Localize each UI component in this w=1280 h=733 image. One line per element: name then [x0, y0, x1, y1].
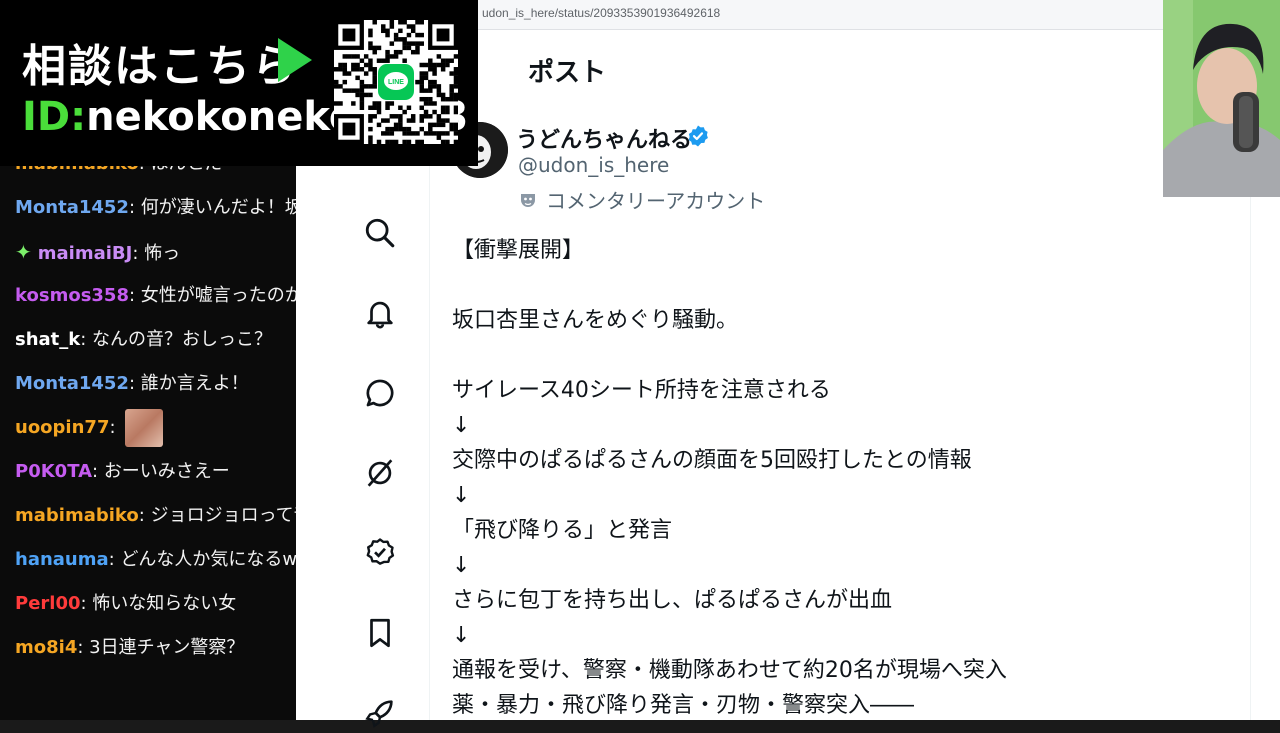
bookmark-icon[interactable]: [360, 613, 400, 653]
chat-message: Monta1452: 誰か言えよ！: [0, 362, 296, 406]
address-bar[interactable]: udon_is_here/status/2093353901936492618: [478, 0, 1164, 30]
chat-separator: :: [128, 285, 141, 306]
chat-username[interactable]: mo8i4: [15, 637, 77, 658]
qr-code: LINE: [334, 20, 458, 144]
tweet-line: 【衝撃展開】: [452, 238, 585, 263]
tweet-line: 薬・暴力・飛び降り発言・刃物・警察突入――: [452, 693, 915, 718]
line-app-icon: LINE: [334, 20, 458, 144]
chat-separator: :: [138, 505, 151, 526]
chat-username[interactable]: maimaiBJ: [38, 243, 133, 264]
verified-badge-icon: [686, 124, 710, 152]
chat-text: 3日連チャン警察？: [89, 637, 245, 658]
tweet-line: [452, 268, 1232, 303]
author-name[interactable]: うどんちゃんねる: [516, 122, 692, 154]
chat-text: 怖いな知らない女: [92, 593, 237, 614]
chat-username[interactable]: P0K0TA: [15, 461, 92, 482]
chat-text: 女性が嘘言ったのか: [140, 285, 296, 306]
chat-separator: :: [80, 329, 93, 350]
chat-separator: :: [92, 461, 104, 482]
column-divider-right: [1250, 108, 1251, 720]
banner-title: 相談はこちら: [22, 41, 298, 92]
tweet-line: さらに包丁を持ち出し、ぱるぱるさんが出血: [452, 588, 893, 613]
play-arrow-icon: [278, 38, 312, 82]
chat-text: なんの音？おしっこ？: [92, 329, 273, 350]
bell-icon[interactable]: [360, 293, 400, 333]
chat-username[interactable]: Monta1452: [15, 197, 129, 218]
mask-icon: [518, 191, 538, 216]
affiliation-label: コメンタリーアカウント: [518, 185, 765, 216]
chat-message: shat_k: なんの音？おしっこ？: [0, 318, 296, 362]
chat-separator: :: [108, 549, 121, 570]
author-handle[interactable]: @udon_is_here: [518, 153, 669, 177]
chat-username[interactable]: hanauma: [15, 549, 109, 570]
message-icon[interactable]: [360, 373, 400, 413]
chat-username[interactable]: kosmos358: [15, 285, 129, 306]
banner-id-label: ID:: [22, 94, 87, 140]
chat-message: kosmos358: 女性が嘘言ったのか: [0, 274, 296, 318]
chat-message: mo8i4: 3日連チャン警察？: [0, 626, 296, 670]
affiliation-text: コメンタリーアカウント: [546, 189, 766, 213]
tweet-line: 交際中のぱるぱるさんの顔面を5回殴打したとの情報: [452, 448, 972, 473]
chat-username[interactable]: mabimabiko: [15, 505, 139, 526]
verified-icon[interactable]: [360, 533, 400, 573]
tweet-line: 「飛び降りる」と発言: [452, 518, 673, 543]
tweet-line: ↓: [452, 623, 471, 648]
chat-text: 何が凄いんだよ！坂: [140, 197, 296, 218]
tweet-line: 通報を受け、警察・機動隊あわせて約20名が現場へ突入: [452, 658, 1007, 683]
tweet-line: ↓: [452, 413, 471, 438]
chat-text: どんな人か気になるw: [120, 549, 296, 570]
chat-text: 怖っ: [144, 243, 181, 264]
chat-text: ジョロジョロって音: [150, 505, 296, 526]
chat-username[interactable]: Monta1452: [15, 373, 129, 394]
chat-separator: :: [132, 243, 145, 264]
chat-separator: :: [128, 373, 141, 394]
tweet-text: 【衝撃展開】坂口杏里さんをめぐり騒動。サイレース40シート所持を注意される ↓ 交際…: [452, 233, 1232, 723]
svg-text:LINE: LINE: [388, 79, 404, 86]
page-title: ポスト: [528, 58, 607, 88]
chat-username[interactable]: Perl00: [15, 593, 81, 614]
tweet-line: ↓: [452, 483, 471, 508]
grok-icon[interactable]: [360, 453, 400, 493]
chat-message: Perl00: 怖いな知らない女: [0, 582, 296, 626]
chat-separator: :: [77, 637, 90, 658]
chat-message-list: mabimabiko: ほんとだMonta1452: 何が凄いんだよ！坂✦mai…: [0, 142, 296, 670]
chat-message: mabimabiko: ジョロジョロって音: [0, 494, 296, 538]
chat-username[interactable]: shat_k: [15, 329, 80, 350]
chat-text: 誰か言えよ！: [140, 373, 249, 394]
consultation-banner: 相談はこちら ID:nekokoneko2018 LINE: [0, 0, 478, 166]
chat-message: hanauma: どんな人か気になるw: [0, 538, 296, 582]
tweet-line: ↓: [452, 553, 471, 578]
chat-separator: :: [109, 417, 122, 438]
chat-message: Monta1452: 何が凄いんだよ！坂: [0, 186, 296, 230]
column-divider: [429, 108, 430, 720]
chat-username[interactable]: uoopin77: [15, 417, 109, 438]
webcam-feed: [1163, 0, 1280, 197]
chat-message: uoopin77:: [0, 406, 296, 450]
tweet-line: [452, 338, 1232, 373]
rocket-icon[interactable]: [360, 693, 400, 733]
url-text: udon_is_here/status/2093353901936492618: [482, 6, 721, 20]
chat-message: P0K0TA: おーいみさえー: [0, 450, 296, 494]
search-icon[interactable]: [360, 213, 400, 253]
chat-text: おーいみさえー: [103, 461, 230, 482]
chat-separator: :: [128, 197, 141, 218]
chat-emote-image: [125, 409, 164, 447]
tweet-line: サイレース40シート所持を注意される: [452, 378, 831, 403]
tweet-line: 坂口杏里さんをめぐり騒動。: [452, 308, 739, 333]
chat-badge-icon: ✦: [15, 240, 32, 264]
chat-message: ✦ maimaiBJ: 怖っ: [0, 230, 296, 274]
chat-separator: :: [80, 593, 93, 614]
